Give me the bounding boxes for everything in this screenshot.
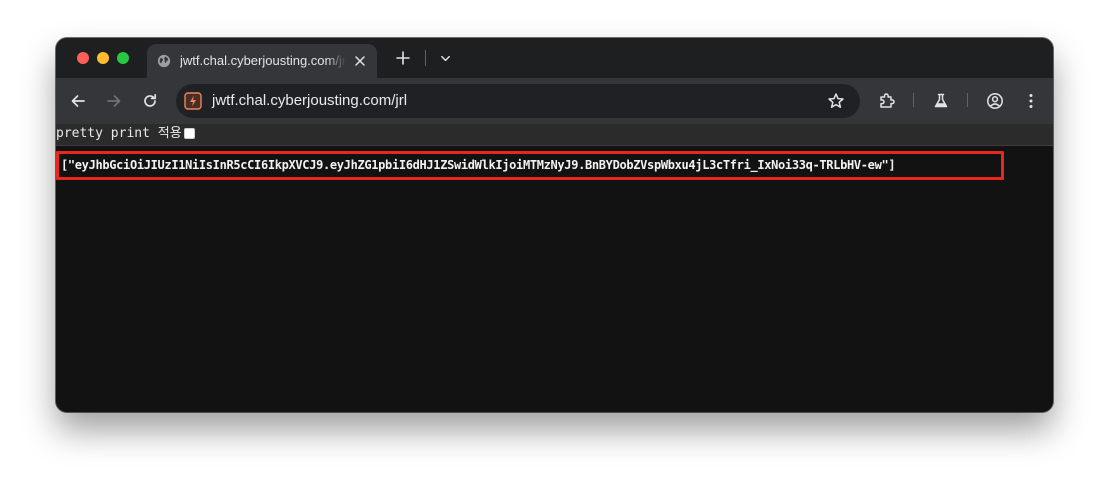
toolbar: jwtf.chal.cyberjousting.com/jrl: [56, 78, 1053, 124]
json-content: ["eyJhbGciOiJIUzI1NiIsInR5cCI6IkpXVCJ9.e…: [61, 158, 896, 172]
close-icon[interactable]: [354, 55, 366, 67]
new-tab-icon[interactable]: [396, 51, 410, 65]
extensions-puzzle-icon[interactable]: [878, 92, 896, 110]
tab-active[interactable]: jwtf.chal.cyberjousting.com/jrl: [147, 44, 377, 78]
tab-title: jwtf.chal.cyberjousting.com/jrl: [180, 53, 346, 68]
bookmark-star-icon[interactable]: [827, 92, 845, 110]
forward-arrow-icon[interactable]: [105, 92, 123, 110]
globe-icon: [157, 54, 171, 68]
url-text[interactable]: jwtf.chal.cyberjousting.com/jrl: [212, 92, 407, 110]
pretty-print-checkbox[interactable]: [184, 128, 195, 139]
pretty-print-label: pretty print 적용: [56, 126, 182, 141]
browser-window: jwtf.chal.cyberjousting.com/jrl jwtf.cha…: [56, 38, 1053, 412]
pretty-print-bar: pretty print 적용: [56, 124, 1053, 146]
profile-avatar-icon[interactable]: [986, 92, 1004, 110]
tab-divider: [425, 50, 426, 66]
back-arrow-icon[interactable]: [69, 92, 87, 110]
chevron-down-icon[interactable]: [440, 53, 451, 64]
toolbar-divider: [967, 93, 968, 107]
highlight-box: ["eyJhbGciOiJIUzI1NiIsInR5cCI6IkpXVCJ9.e…: [56, 151, 1004, 180]
address-bar[interactable]: jwtf.chal.cyberjousting.com/jrl: [176, 84, 860, 118]
tab-strip: jwtf.chal.cyberjousting.com/jrl: [56, 38, 1053, 78]
window-close-button[interactable]: [77, 52, 89, 64]
toolbar-divider: [913, 93, 914, 107]
labs-flask-icon[interactable]: [932, 92, 950, 110]
more-menu-icon[interactable]: [1022, 92, 1040, 110]
window-zoom-button[interactable]: [117, 52, 129, 64]
site-favicon-icon[interactable]: [184, 92, 202, 110]
window-minimize-button[interactable]: [97, 52, 109, 64]
reload-icon[interactable]: [141, 92, 159, 110]
page-content: pretty print 적용 ["eyJhbGciOiJIUzI1NiIsIn…: [56, 124, 1053, 412]
